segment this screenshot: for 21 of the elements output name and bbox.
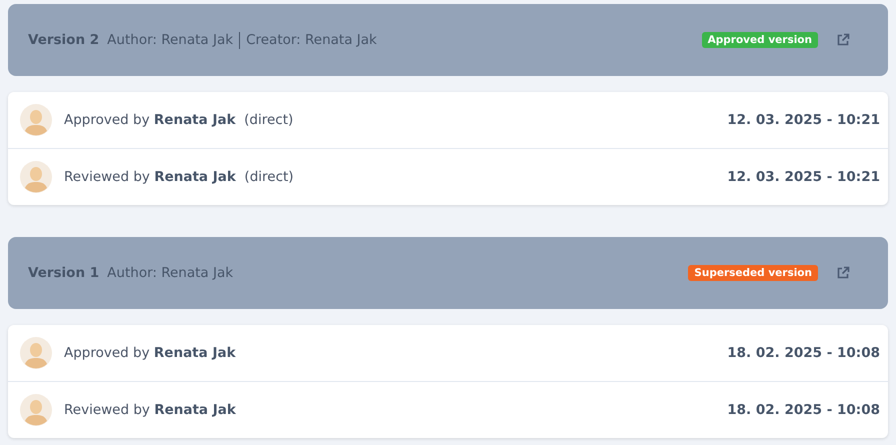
- avatar-icon: [20, 104, 52, 136]
- approval-text: Reviewed by Renata Jak (direct): [64, 169, 295, 185]
- approval-text: Approved by Renata Jak (direct): [64, 112, 294, 128]
- status-badge: Approved version: [702, 32, 818, 48]
- approval-date: 12. 03. 2025 - 10:21: [727, 112, 880, 128]
- external-link-icon[interactable]: [836, 266, 850, 280]
- approval-date: 18. 02. 2025 - 10:08: [727, 402, 880, 418]
- external-link-icon[interactable]: [836, 33, 850, 47]
- approval-text: Approved by Renata Jak: [64, 345, 237, 361]
- approval-date: 12. 03. 2025 - 10:21: [727, 169, 880, 185]
- version-meta: Author: Renata Jak: [107, 32, 234, 48]
- version-meta: Creator: Renata Jak: [246, 32, 377, 48]
- status-badge: Superseded version: [688, 265, 818, 281]
- version-meta: Author: Renata Jak: [107, 265, 234, 281]
- avatar-icon: [20, 161, 52, 193]
- approval-text: Reviewed by Renata Jak: [64, 402, 237, 418]
- avatar-icon: [20, 394, 52, 426]
- approval-date: 18. 02. 2025 - 10:08: [727, 345, 880, 361]
- avatar-icon: [20, 337, 52, 369]
- version-title: Version 1: [28, 265, 100, 281]
- version-title: Version 2: [28, 32, 100, 48]
